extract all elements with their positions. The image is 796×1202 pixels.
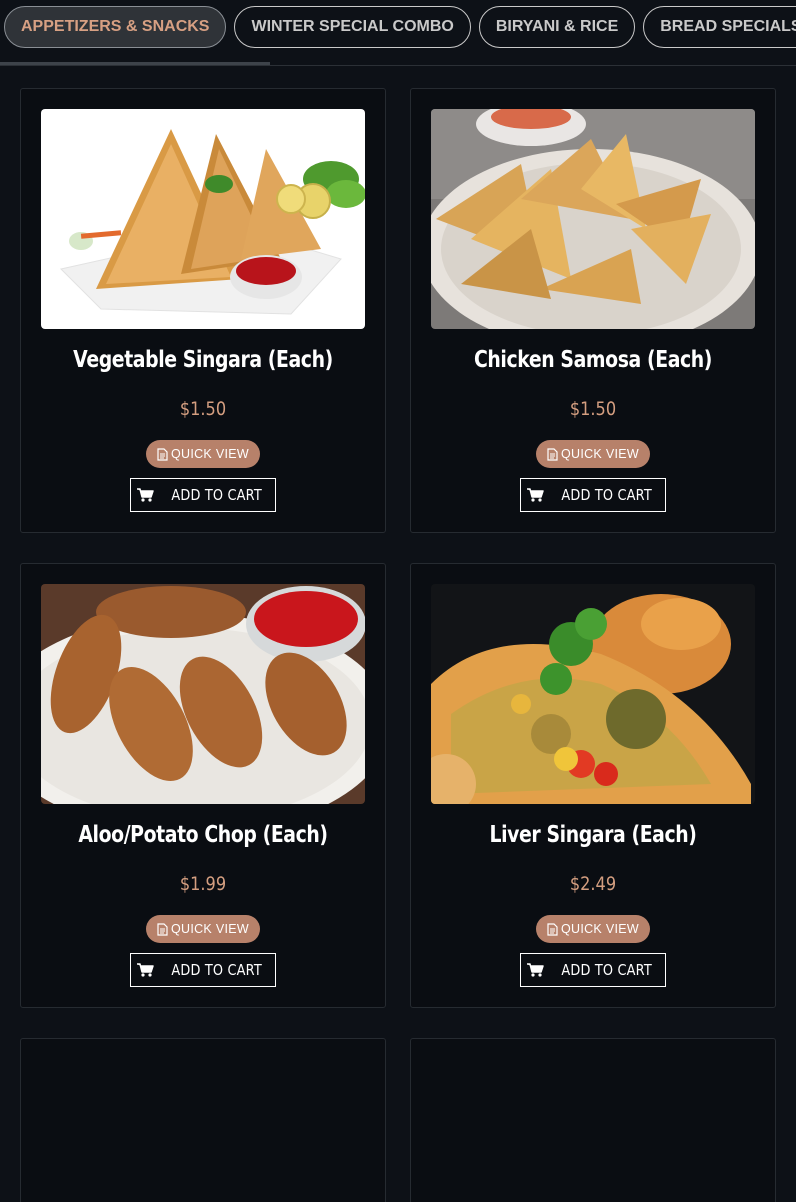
tab-biryani-rice[interactable]: BIRYANI & RICE — [478, 6, 636, 48]
product-card: Chicken Samosa (Each) $1.50 QUICK VIEW A… — [410, 88, 776, 533]
quick-view-button[interactable]: QUICK VIEW — [536, 440, 650, 468]
product-title[interactable]: Vegetable Singara (Each) — [54, 347, 352, 373]
cart-icon — [526, 963, 544, 977]
add-to-cart-button[interactable]: ADD TO CART — [520, 953, 666, 987]
add-to-cart-label: ADD TO CART — [561, 486, 652, 504]
quick-view-label: QUICK VIEW — [170, 447, 249, 461]
product-image-chicken-samosa[interactable] — [431, 109, 755, 329]
cart-icon — [136, 963, 154, 977]
quick-view-label: QUICK VIEW — [170, 922, 249, 936]
product-card: Aloo/Potato Chop (Each) $1.99 QUICK VIEW… — [20, 563, 386, 1008]
product-price: $1.99 — [179, 873, 227, 895]
product-image-liver-singara[interactable] — [431, 584, 755, 804]
document-icon — [157, 447, 168, 461]
quick-view-button[interactable]: QUICK VIEW — [146, 915, 260, 943]
add-to-cart-button[interactable]: ADD TO CART — [520, 478, 666, 512]
quick-view-button[interactable]: QUICK VIEW — [146, 440, 260, 468]
category-tab-track: APPETIZERS & SNACKS WINTER SPECIAL COMBO… — [4, 6, 796, 48]
potato-chop-illustration — [41, 584, 365, 804]
product-title[interactable]: Aloo/Potato Chop (Each) — [54, 822, 352, 848]
product-title[interactable]: Chicken Samosa (Each) — [444, 347, 742, 373]
product-card-loading — [410, 1038, 776, 1202]
cart-icon — [526, 488, 544, 502]
samosa-plate-illustration — [41, 109, 365, 329]
product-card: Vegetable Singara (Each) $1.50 QUICK VIE… — [20, 88, 386, 533]
document-icon — [547, 447, 558, 461]
category-tab-bar: APPETIZERS & SNACKS WINTER SPECIAL COMBO… — [0, 0, 796, 66]
add-to-cart-label: ADD TO CART — [171, 961, 262, 979]
tab-appetizers-snacks[interactable]: APPETIZERS & SNACKS — [4, 6, 227, 48]
add-to-cart-button[interactable]: ADD TO CART — [130, 478, 276, 512]
product-price: $1.50 — [179, 398, 227, 420]
add-to-cart-label: ADD TO CART — [171, 486, 262, 504]
product-card-loading — [20, 1038, 386, 1202]
product-title[interactable]: Liver Singara (Each) — [444, 822, 742, 848]
product-image-vegetable-singara[interactable] — [41, 109, 365, 329]
tab-bread-specials[interactable]: BREAD SPECIALS — [643, 6, 796, 48]
liver-singara-illustration — [431, 584, 755, 804]
quick-view-label: QUICK VIEW — [560, 922, 639, 936]
add-to-cart-button[interactable]: ADD TO CART — [130, 953, 276, 987]
product-price: $2.49 — [569, 873, 617, 895]
active-tab-indicator — [0, 62, 270, 65]
product-price: $1.50 — [569, 398, 617, 420]
tab-winter-special-combo[interactable]: WINTER SPECIAL COMBO — [234, 6, 471, 48]
document-icon — [157, 922, 168, 936]
quick-view-button[interactable]: QUICK VIEW — [536, 915, 650, 943]
product-card: Liver Singara (Each) $2.49 QUICK VIEW AD… — [410, 563, 776, 1008]
document-icon — [547, 922, 558, 936]
product-grid: Vegetable Singara (Each) $1.50 QUICK VIE… — [20, 88, 776, 1202]
samosa-platter-illustration — [431, 109, 755, 329]
quick-view-label: QUICK VIEW — [560, 447, 639, 461]
add-to-cart-label: ADD TO CART — [561, 961, 652, 979]
product-image-potato-chop[interactable] — [41, 584, 365, 804]
cart-icon — [136, 488, 154, 502]
